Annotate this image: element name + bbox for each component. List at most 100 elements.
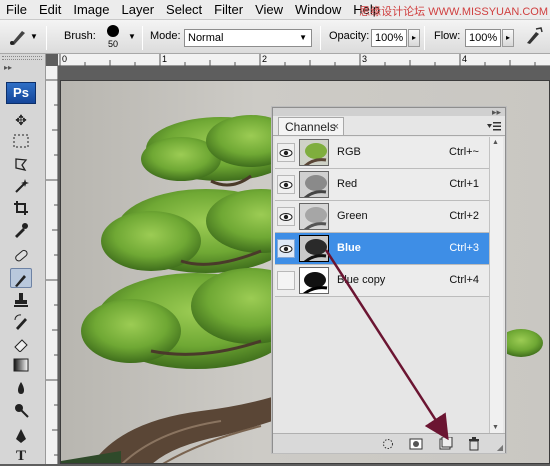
new-channel-icon[interactable] xyxy=(439,436,453,451)
watermark: 思缘设计论坛 WWW.MISSYUAN.COM xyxy=(359,6,548,18)
menu-select[interactable]: Select xyxy=(160,0,208,20)
blur-tool-icon[interactable] xyxy=(10,378,32,398)
crop-tool-icon[interactable] xyxy=(10,198,32,218)
flow-input[interactable]: 100% xyxy=(465,29,501,47)
channel-list: RGB Ctrl+~ Red Ctrl+1 Green Ctrl+2 Blue … xyxy=(275,137,489,297)
flow-slider-button[interactable]: ▸ xyxy=(502,29,514,47)
menu-window[interactable]: Window xyxy=(289,0,347,20)
channel-thumbnail xyxy=(299,235,329,262)
healing-brush-tool-icon[interactable] xyxy=(10,246,32,266)
chevron-down-icon: ▼ xyxy=(299,33,307,42)
channel-shortcut: Ctrl+1 xyxy=(449,178,479,190)
scrollbar[interactable]: ▲ ▼ xyxy=(489,137,503,433)
collapse-icon[interactable]: ▸▸ xyxy=(492,107,501,118)
channel-row-green[interactable]: Green Ctrl+2 xyxy=(275,201,489,233)
separator xyxy=(142,26,143,50)
load-selection-icon[interactable] xyxy=(381,437,395,451)
channel-shortcut: Ctrl+~ xyxy=(449,146,479,158)
menu-bar: File Edit Image Layer Select Filter View… xyxy=(0,0,550,20)
channel-thumbnail xyxy=(299,139,329,166)
expand-icon[interactable]: ▸▸ xyxy=(4,63,12,72)
chevron-down-icon[interactable]: ▼ xyxy=(128,32,136,41)
menu-view[interactable]: View xyxy=(249,0,289,20)
eye-icon[interactable] xyxy=(277,143,295,162)
ruler-ticks xyxy=(59,54,536,66)
gradient-tool-icon[interactable] xyxy=(10,356,32,376)
mode-value: Normal xyxy=(188,32,224,44)
magic-wand-tool-icon[interactable] xyxy=(10,176,32,196)
flow-value: 100% xyxy=(469,32,498,44)
menu-edit[interactable]: Edit xyxy=(33,0,67,20)
type-tool-icon[interactable]: T xyxy=(10,446,32,466)
flow-label: Flow: xyxy=(434,30,461,42)
divider xyxy=(273,135,505,136)
channel-name: Red xyxy=(337,178,358,190)
brush-label: Brush: xyxy=(64,30,96,42)
channel-row-blue-copy[interactable]: Blue copy Ctrl+4 xyxy=(275,265,489,297)
marquee-tool-icon[interactable] xyxy=(10,132,32,152)
mode-label: Mode: xyxy=(150,30,181,42)
opacity-value: 100% xyxy=(375,32,404,44)
tab-label: Channels xyxy=(285,120,336,134)
opacity-label: Opacity: xyxy=(329,30,370,42)
channel-thumbnail xyxy=(299,171,329,198)
pen-tool-icon[interactable] xyxy=(10,426,32,446)
separator xyxy=(320,26,321,50)
channel-shortcut: Ctrl+3 xyxy=(449,242,479,254)
lasso-tool-icon[interactable] xyxy=(10,154,32,174)
ps-logo: Ps xyxy=(6,82,36,104)
channel-thumbnail xyxy=(299,203,329,230)
delete-channel-icon[interactable] xyxy=(467,437,481,451)
airbrush-icon[interactable] xyxy=(524,26,544,49)
menu-file[interactable]: File xyxy=(0,0,33,20)
panel-titlebar[interactable]: ▸▸ xyxy=(273,107,505,118)
panel-footer: ◢ xyxy=(273,433,505,453)
tools-panel: ▸▸ Ps ✥ T xyxy=(0,54,46,464)
ruler-horizontal: 0 1 2 3 4 xyxy=(58,54,550,66)
clone-stamp-tool-icon[interactable] xyxy=(10,290,32,310)
options-bar: ▼ Brush: 50 ▼ Mode: Normal ▼ Opacity: 10… xyxy=(0,20,550,54)
channel-shortcut: Ctrl+2 xyxy=(449,210,479,222)
channel-name: Green xyxy=(337,210,368,222)
channel-name: RGB xyxy=(337,146,361,158)
opacity-input[interactable]: 100% xyxy=(371,29,407,47)
panel-menu-icon[interactable] xyxy=(487,122,501,135)
panel-grip[interactable] xyxy=(2,56,42,60)
brush-preset-icon[interactable] xyxy=(8,28,28,51)
channel-row-red[interactable]: Red Ctrl+1 xyxy=(275,169,489,201)
channel-thumbnail xyxy=(299,267,329,294)
ruler-vertical xyxy=(46,66,58,464)
menu-layer[interactable]: Layer xyxy=(116,0,161,20)
brush-tool-icon[interactable] xyxy=(10,268,32,288)
separator xyxy=(46,26,47,50)
channel-name: Blue copy xyxy=(337,274,386,286)
history-brush-tool-icon[interactable] xyxy=(10,312,32,332)
scroll-up-icon[interactable]: ▲ xyxy=(492,139,499,146)
separator xyxy=(424,26,425,50)
eraser-tool-icon[interactable] xyxy=(10,334,32,354)
channel-name: Blue xyxy=(337,242,361,254)
eye-icon[interactable] xyxy=(277,239,295,258)
opacity-slider-button[interactable]: ▸ xyxy=(408,29,420,47)
eye-icon[interactable] xyxy=(277,207,295,226)
tab-channels[interactable]: Channels × xyxy=(278,117,344,136)
chevron-down-icon[interactable]: ▼ xyxy=(30,32,38,41)
menu-image[interactable]: Image xyxy=(67,0,115,20)
save-selection-icon[interactable] xyxy=(409,437,423,451)
menu-filter[interactable]: Filter xyxy=(208,0,249,20)
channel-row-rgb[interactable]: RGB Ctrl+~ xyxy=(275,137,489,169)
channel-shortcut: Ctrl+4 xyxy=(449,274,479,286)
channels-panel: ▸▸ Channels × RGB Ctrl+~ Red Ctrl+1 Gree… xyxy=(272,107,506,453)
eye-icon[interactable] xyxy=(277,175,295,194)
resize-grip-icon[interactable]: ◢ xyxy=(497,443,503,452)
visibility-toggle[interactable] xyxy=(277,271,295,290)
scroll-down-icon[interactable]: ▼ xyxy=(492,424,499,431)
dodge-tool-icon[interactable] xyxy=(10,400,32,420)
brush-size: 50 xyxy=(108,39,119,49)
channel-row-blue[interactable]: Blue Ctrl+3 xyxy=(275,233,489,265)
close-icon[interactable]: × xyxy=(333,118,339,136)
ruler-ticks xyxy=(46,79,58,456)
eyedropper-tool-icon[interactable] xyxy=(10,220,32,240)
mode-select[interactable]: Normal ▼ xyxy=(184,29,312,47)
move-tool-icon[interactable]: ✥ xyxy=(10,110,32,130)
